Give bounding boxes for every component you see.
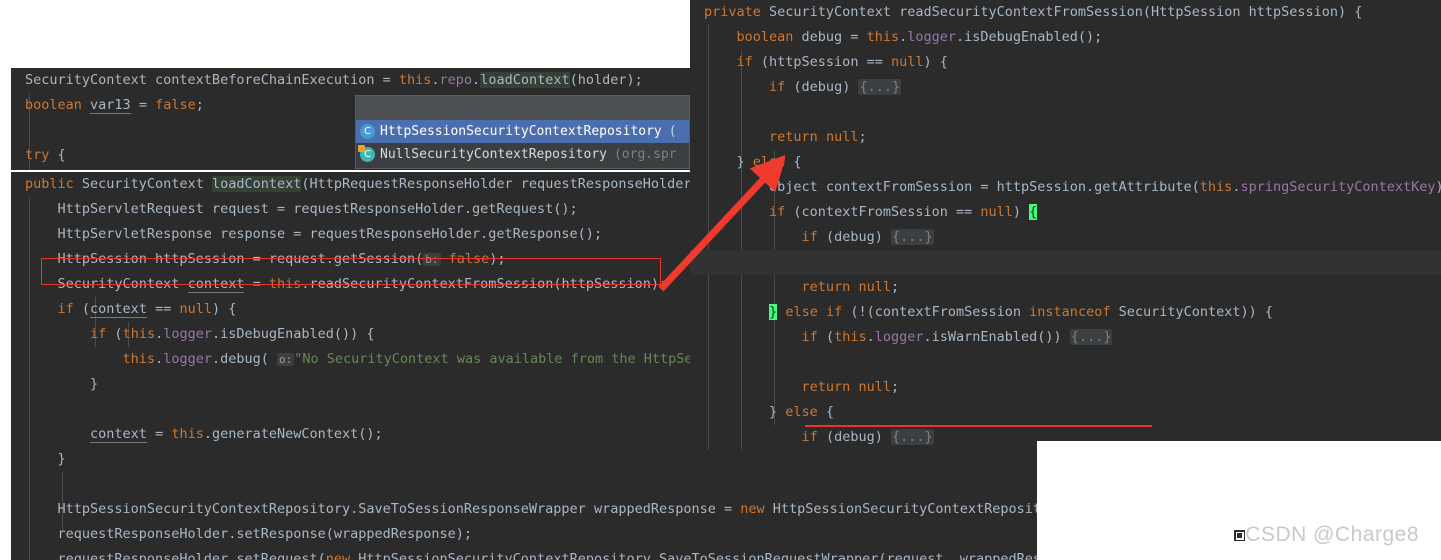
class-icon-abstract: C bbox=[358, 145, 375, 162]
code-line: return null; bbox=[801, 379, 900, 395]
watermark-label: CSDN @Charge8 bbox=[1245, 523, 1419, 546]
code-fold-placeholder[interactable]: {...} bbox=[890, 429, 934, 445]
code-line: return null; bbox=[801, 279, 900, 295]
completion-item-1[interactable]: C NullSecurityContextRepository (org.spr bbox=[356, 143, 689, 166]
debug-string: "No SecurityContext was available from t… bbox=[294, 351, 709, 367]
param-hint: b: bbox=[423, 253, 441, 266]
code-line: boolean debug = this.logger.isDebugEnabl… bbox=[736, 29, 1103, 45]
code-line: return null; bbox=[769, 129, 867, 145]
image-placeholder-icon bbox=[1234, 530, 1245, 541]
completion-item-label: NullSecurityContextRepository bbox=[380, 147, 607, 162]
matching-brace-highlight: } bbox=[769, 304, 778, 320]
code-fold-placeholder[interactable]: {...} bbox=[1069, 329, 1113, 345]
class-icon: C bbox=[360, 124, 375, 139]
code-line: } else if (!(contextFromSession instance… bbox=[769, 304, 1274, 320]
matching-brace-highlight: { bbox=[1029, 204, 1038, 220]
code-line: if (debug) {...} bbox=[769, 79, 902, 95]
code-line: requestResponseHolder.setRequest(new Htt… bbox=[25, 551, 1038, 560]
code-line: Object contextFromSession = httpSession.… bbox=[704, 179, 1441, 195]
read-security-context-from-session-method: private SecurityContext readSecurityCont… bbox=[690, 0, 1441, 452]
code-fold-placeholder[interactable]: {...} bbox=[890, 229, 934, 245]
code-line: HttpSessionSecurityContextRepository.Sav… bbox=[25, 501, 1038, 517]
code-line: } else { bbox=[704, 154, 802, 170]
code-fold-placeholder[interactable]: {...} bbox=[858, 79, 902, 95]
method-signature: private SecurityContext readSecurityCont… bbox=[704, 4, 1363, 20]
completion-popup[interactable]: C HttpSessionSecurityContextRepository (… bbox=[355, 95, 690, 169]
watermark-panel: CSDN @Charge8 bbox=[1037, 441, 1441, 560]
code-line: if (httpSession == null) { bbox=[736, 54, 948, 70]
completion-item-label: HttpSessionSecurityContextRepository bbox=[380, 124, 662, 139]
completion-popup-header bbox=[356, 96, 689, 120]
code-line: if (contextFromSession == null) { bbox=[769, 204, 1038, 220]
code-line: requestResponseHolder.setResponse(wrappe… bbox=[25, 526, 473, 542]
code-line: if (debug) {...} bbox=[801, 229, 934, 245]
code-line: SecurityContext contextBeforeChainExecut… bbox=[25, 72, 643, 88]
completion-item-package: (org.spr bbox=[613, 147, 677, 162]
code-line-caret-row bbox=[690, 250, 1441, 275]
param-hint: o: bbox=[277, 353, 295, 366]
code-line: } else { bbox=[704, 404, 835, 420]
completion-item-package: ( bbox=[668, 124, 677, 139]
code-line: if (this.logger.isWarnEnabled()) {...} bbox=[801, 329, 1113, 345]
completion-item-0[interactable]: C HttpSessionSecurityContextRepository ( bbox=[356, 120, 689, 143]
annotation-red-underline bbox=[805, 425, 1152, 427]
screenshot-root: SecurityContext contextBeforeChainExecut… bbox=[0, 0, 1441, 560]
